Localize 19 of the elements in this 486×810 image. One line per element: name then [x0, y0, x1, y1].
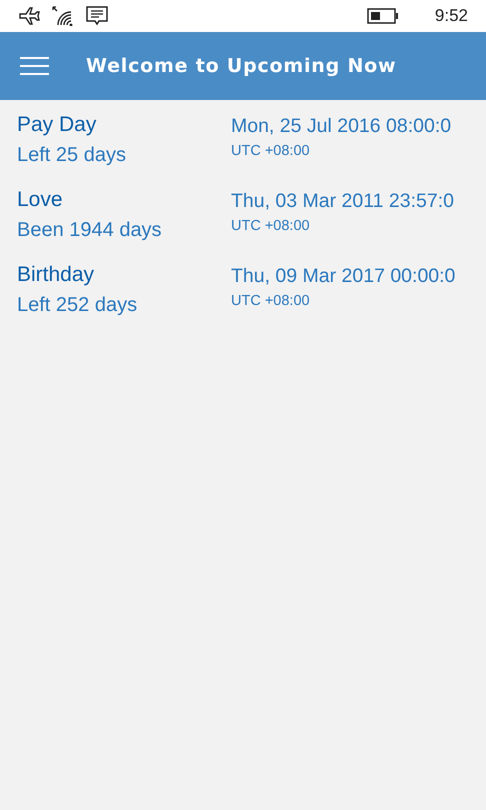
- event-name: Love: [17, 187, 64, 213]
- days-count: Left 25 days: [17, 143, 127, 168]
- battery-icon: [366, 8, 399, 24]
- event-name: Pay Day: [17, 112, 98, 138]
- message-icon: [86, 6, 108, 26]
- event-name: Birthday: [17, 262, 96, 288]
- airplane-icon: [18, 7, 40, 25]
- timezone-label: UTC +08:00: [231, 292, 311, 310]
- timezone-label: UTC +08:00: [231, 142, 311, 160]
- menu-button[interactable]: [20, 57, 49, 75]
- days-count: Been 1944 days: [17, 218, 163, 243]
- app-title: Welcome to Upcoming Now: [86, 55, 396, 77]
- clock-time: 9:52: [434, 6, 468, 26]
- event-date: Thu, 03 Mar 2011 23:57:0: [231, 189, 455, 214]
- wifi-icon: [52, 6, 74, 26]
- days-count: Left 252 days: [17, 293, 138, 318]
- timezone-label: UTC +08:00: [231, 217, 311, 235]
- event-date: Mon, 25 Jul 2016 08:00:0: [231, 114, 452, 139]
- event-date: Thu, 09 Mar 2017 00:00:0: [231, 264, 456, 289]
